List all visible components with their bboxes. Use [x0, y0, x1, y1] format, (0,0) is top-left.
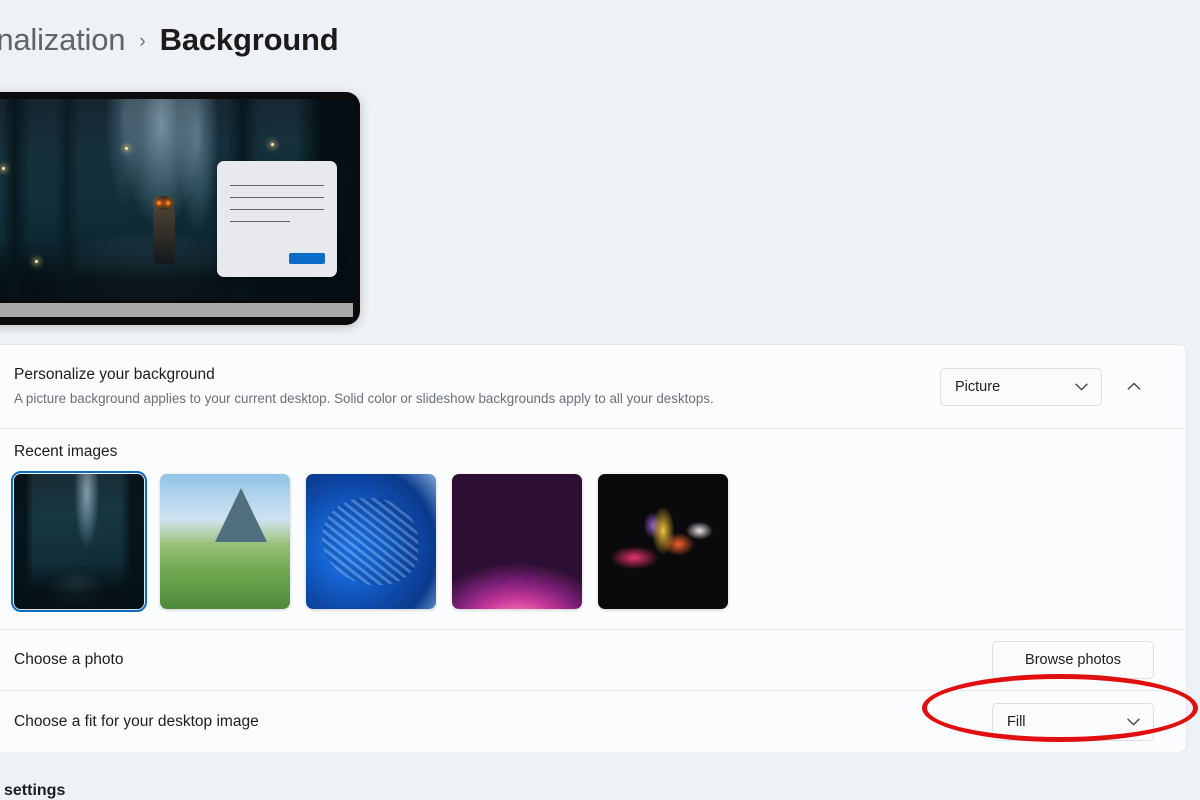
personalize-background-title: Personalize your background: [14, 366, 215, 384]
page-background-band: [0, 752, 1200, 800]
background-settings-card: Personalize your background A picture ba…: [0, 345, 1186, 752]
monitor-frame: [0, 92, 360, 325]
recent-images-label: Recent images: [14, 443, 118, 460]
desktop-image-fit-value: Fill: [1007, 713, 1026, 730]
choose-fit-label: Choose a fit for your desktop image: [14, 712, 259, 730]
firefly-spark-icon: [34, 259, 38, 263]
breadcrumb-parent-personalization[interactable]: sonalization: [0, 22, 126, 58]
settings-background-page: sonalization › Background: [0, 0, 1200, 800]
mock-primary-button: [289, 253, 325, 264]
recent-images-section: Recent images: [0, 428, 1186, 629]
mock-line: [230, 221, 290, 222]
chevron-up-icon: [1127, 378, 1141, 396]
monitor-screen: [0, 99, 353, 300]
breadcrumb: sonalization › Background: [0, 22, 339, 58]
recent-images-list: [11, 471, 1152, 612]
recent-image-thumbnail-2[interactable]: [160, 474, 290, 609]
recent-image-thumbnail-3[interactable]: [306, 474, 436, 609]
choose-photo-label: Choose a photo: [14, 651, 124, 669]
background-type-value: Picture: [955, 378, 1001, 395]
choose-fit-label-wrap: Choose a fit for your desktop image: [14, 710, 992, 733]
recent-image-thumbnail-4[interactable]: [452, 474, 582, 609]
choose-photo-label-wrap: Choose a photo: [14, 648, 992, 671]
character-eye-icon: [157, 200, 162, 205]
personalize-background-row: Personalize your background A picture ba…: [0, 345, 1186, 428]
mock-line: [230, 209, 324, 210]
recent-image-thumbnail-1[interactable]: [11, 471, 147, 612]
choose-fit-row: Choose a fit for your desktop image Fill: [0, 690, 1186, 752]
personalize-background-subtitle: A picture background applies to your cur…: [14, 390, 714, 406]
background-type-dropdown[interactable]: Picture: [940, 367, 1102, 406]
mock-window: [217, 161, 337, 277]
recent-image-thumbnail-5[interactable]: [598, 474, 728, 609]
browse-photos-button[interactable]: Browse photos: [992, 641, 1154, 679]
desktop-preview: [0, 92, 360, 325]
wallpaper-character: [153, 195, 176, 264]
personalize-background-text: Personalize your background A picture ba…: [14, 363, 940, 409]
page-title: Background: [159, 22, 339, 57]
mock-line: [230, 185, 324, 186]
collapse-section-button[interactable]: [1114, 367, 1154, 407]
mock-taskbar: [0, 303, 353, 317]
chevron-down-icon: [1127, 714, 1140, 730]
related-settings-heading: settings: [4, 782, 66, 799]
firefly-spark-icon: [124, 147, 128, 151]
character-eye-icon: [166, 200, 171, 205]
mock-line: [230, 197, 324, 198]
desktop-image-fit-dropdown[interactable]: Fill: [992, 702, 1154, 741]
browse-photos-label: Browse photos: [1025, 652, 1121, 668]
chevron-down-icon: [1075, 379, 1088, 395]
breadcrumb-separator-icon: ›: [139, 30, 146, 52]
choose-photo-row: Choose a photo Browse photos: [0, 629, 1186, 690]
